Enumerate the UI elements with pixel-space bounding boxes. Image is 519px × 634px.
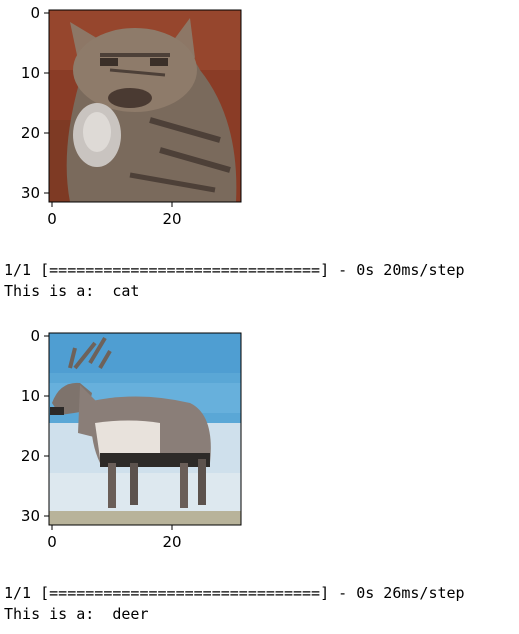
y-tick-label: 10 [21,387,40,405]
y-tick-label: 0 [30,4,40,22]
progress-output: 1/1 [==============================] - 0… [4,261,465,279]
y-tick-label: 20 [21,124,40,142]
y-tick-label: 20 [21,447,40,465]
x-tick-label: 20 [162,210,181,228]
plot-axes-deer: 0 10 20 30 0 20 [21,327,242,551]
x-tick-label: 0 [47,533,57,551]
y-tick-label: 0 [30,327,40,345]
cat-image [49,10,241,202]
y-axis: 0 10 20 30 [21,327,49,525]
output-figure-deer: 0 10 20 30 0 20 [0,323,260,551]
progress-output: 1/1 [==============================] - 0… [4,584,465,602]
y-tick-label: 30 [21,507,40,525]
output-figure-cat: 0 10 20 30 0 20 [0,0,260,228]
deer-image [49,333,241,525]
x-tick-label: 0 [47,210,57,228]
x-tick-label: 20 [162,533,181,551]
y-tick-label: 30 [21,184,40,202]
x-axis: 0 20 [47,525,182,551]
y-tick-label: 10 [21,64,40,82]
plot-axes-cat: 0 10 20 30 0 20 [21,4,242,228]
prediction-output: This is a: cat [4,282,140,300]
y-axis: 0 10 20 30 [21,4,49,202]
x-axis: 0 20 [47,202,182,228]
prediction-output: This is a: deer [4,605,149,623]
